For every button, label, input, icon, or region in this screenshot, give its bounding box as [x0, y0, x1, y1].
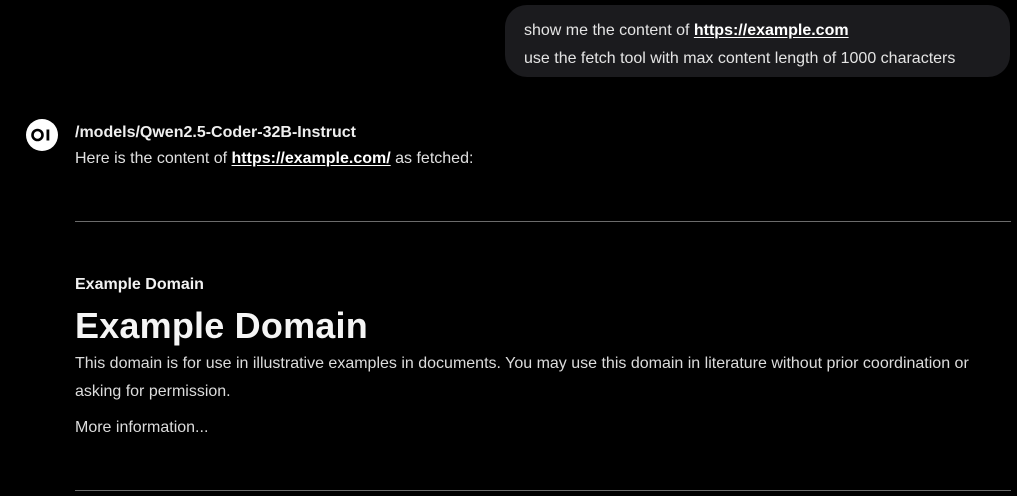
model-name: /models/Qwen2.5-Coder-32B-Instruct — [75, 124, 356, 141]
content-paragraph: This domain is for use in illustrative e… — [75, 355, 969, 400]
user-message-line-2: use the fetch tool with max content leng… — [524, 50, 956, 67]
openwebui-logo-icon — [26, 119, 58, 151]
divider-bottom — [75, 490, 1011, 491]
divider-top — [75, 221, 1011, 222]
user-message-link[interactable]: https://example.com — [694, 22, 849, 39]
intro-suffix: as fetched: — [390, 150, 474, 167]
user-message-text: show me the content of — [524, 22, 694, 39]
fetched-url-link[interactable]: https://example.com/ — [232, 150, 391, 167]
content-subtitle: Example Domain — [75, 276, 204, 293]
user-message-line-1: show me the content of https://example.c… — [524, 17, 1010, 45]
more-information-text: More information... — [75, 419, 209, 436]
assistant-intro-text: Here is the content of https://example.c… — [75, 148, 473, 170]
user-message-bubble: show me the content of https://example.c… — [505, 5, 1010, 77]
content-heading: Example Domain — [75, 305, 368, 346]
chat-page: show me the content of https://example.c… — [0, 0, 1017, 496]
intro-prefix: Here is the content of — [75, 150, 232, 167]
